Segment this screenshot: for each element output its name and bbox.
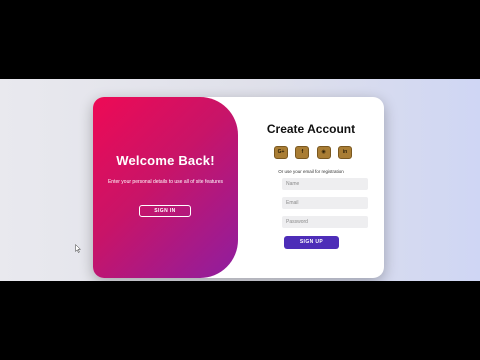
name-field[interactable] xyxy=(282,178,368,190)
social-buttons: G+ f ◉ in xyxy=(274,146,352,160)
linkedin-icon[interactable]: in xyxy=(337,146,352,159)
welcome-panel: Welcome Back! Enter your personal detail… xyxy=(93,97,238,278)
welcome-text: Enter your personal details to use all o… xyxy=(107,179,224,185)
form-title: Create Account xyxy=(266,122,356,136)
register-form: Create Account G+ f ◉ in Or use your ema… xyxy=(238,97,384,278)
auth-card: Welcome Back! Enter your personal detail… xyxy=(93,97,384,278)
mouse-cursor-icon xyxy=(75,244,81,253)
email-field[interactable] xyxy=(282,197,368,209)
facebook-icon[interactable]: f xyxy=(295,146,310,159)
sign-in-button[interactable]: SIGN IN xyxy=(139,205,191,217)
github-icon[interactable]: ◉ xyxy=(316,146,331,159)
page-background: Welcome Back! Enter your personal detail… xyxy=(0,79,480,281)
google-plus-icon[interactable]: G+ xyxy=(274,146,288,159)
sign-up-button[interactable]: SIGN UP xyxy=(284,236,339,249)
welcome-title: Welcome Back! xyxy=(116,153,215,168)
alt-register-text: Or use your email for registration xyxy=(278,169,344,174)
password-field[interactable] xyxy=(282,216,368,228)
